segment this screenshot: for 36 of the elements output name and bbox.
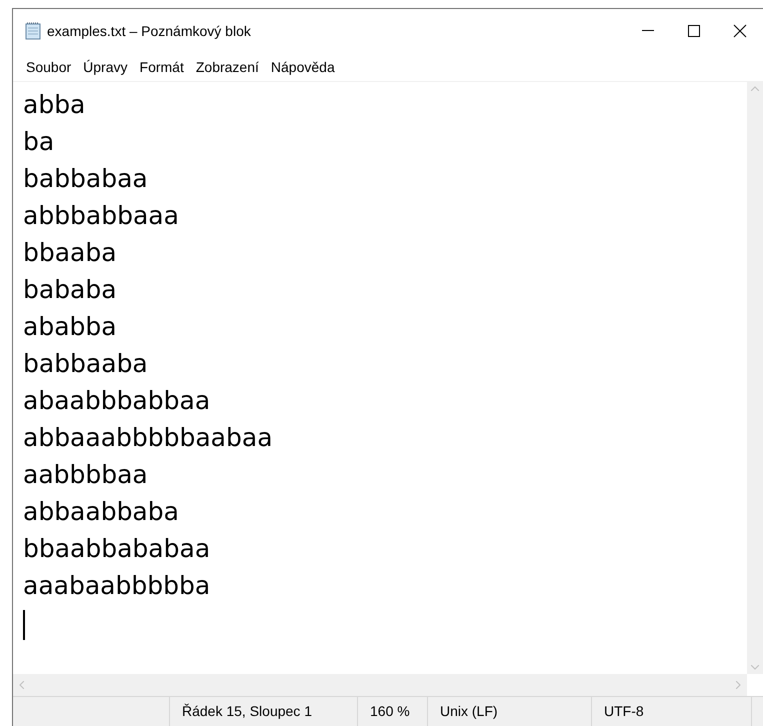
text-line: aabbbbaa (23, 459, 148, 491)
horizontal-scrollbar[interactable] (13, 674, 747, 696)
text-line: abaabbbabbaa (23, 385, 210, 417)
maximize-icon (688, 25, 700, 37)
text-line: bbaabbababaa (23, 533, 210, 565)
status-text: Unix (LF) (440, 702, 498, 721)
text-line: abbaaabbbbbaabaa (23, 422, 273, 454)
text-cursor (23, 610, 25, 640)
scroll-down-icon (751, 665, 759, 670)
menu-item[interactable]: Úpravy (78, 56, 133, 78)
scroll-left-icon (19, 681, 24, 689)
menu-item[interactable]: Formát (134, 56, 189, 78)
text-line: abbbabbaaa (23, 200, 179, 232)
status-text: 160 % (370, 702, 410, 721)
scroll-up-icon (751, 86, 759, 91)
scroll-right-icon (736, 681, 741, 689)
text-line: babbaaba (23, 348, 148, 380)
minimize-icon (642, 30, 654, 32)
menu-item[interactable]: Nápověda (266, 56, 340, 78)
notepad-icon (25, 22, 41, 40)
text-line: bababa (23, 274, 117, 306)
text-line: ba (23, 126, 54, 158)
text-line: abbaabbaba (23, 496, 179, 528)
menu-item[interactable]: Soubor (21, 56, 76, 78)
status-text: Řádek 15, Sloupec 1 (182, 702, 312, 721)
status-text: UTF-8 (604, 702, 644, 721)
close-icon (733, 24, 747, 38)
window-title: examples.txt – Poznámkový blok (47, 22, 251, 41)
menu-item[interactable]: Zobrazení (190, 56, 264, 78)
text-area[interactable]: abba ba babbabaa abbbabbaaa bbaaba bababa ababba babbaaba abaabbbabbaa abbaaabbbbbaabaa aabbbbaa abbaabbaba bbaabbababaa aaabaabbbbba (13, 82, 747, 674)
vertical-scrollbar[interactable] (747, 82, 763, 674)
text-line: bbaaba (23, 237, 117, 269)
text-line: abba (23, 89, 86, 121)
text-line: babbabaa (23, 163, 148, 195)
text-line: ababba (23, 311, 117, 343)
text-line: aaabaabbbbba (23, 570, 210, 602)
